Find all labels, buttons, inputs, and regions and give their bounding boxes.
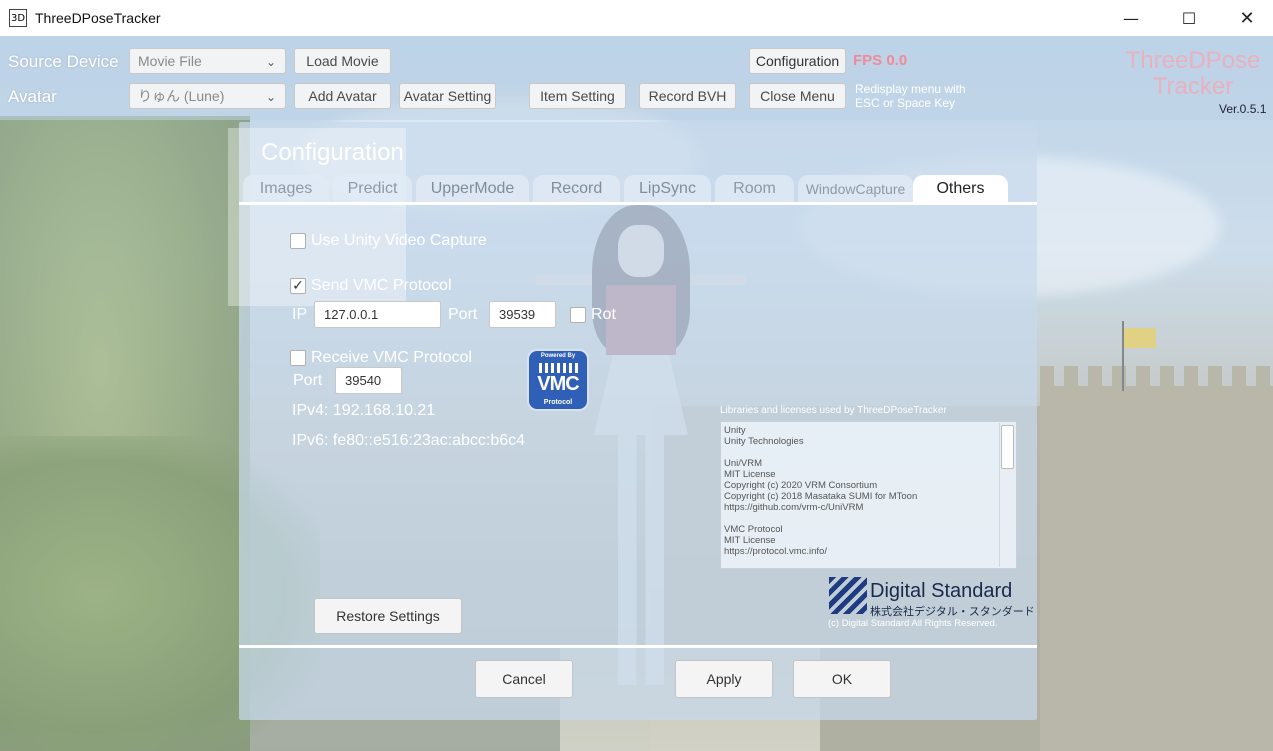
load-movie-button[interactable]: Load Movie: [294, 48, 391, 74]
title-bar: 3D ThreeDPoseTracker — ☐ ✕: [0, 0, 1273, 36]
brand-logo: ThreeDPose Tracker: [1118, 48, 1268, 100]
minimize-button[interactable]: —: [1102, 0, 1160, 36]
close-menu-button[interactable]: Close Menu: [749, 83, 846, 109]
source-device-dropdown[interactable]: Movie File ⌄: [129, 48, 286, 74]
tab-room[interactable]: Room: [715, 175, 794, 203]
ipv6-address: IPv6: fe80::e516:23ac:abcc:b6c4: [292, 432, 526, 449]
company-name-jp: 株式会社デジタル・スタンダード: [870, 606, 1035, 618]
source-device-value: Movie File: [138, 53, 202, 69]
receive-vmc-checkbox[interactable]: [290, 350, 306, 366]
version-label: Ver.0.5.1: [1219, 102, 1267, 116]
avatar-dropdown[interactable]: りゅん (Lune) ⌄: [129, 83, 286, 109]
receive-vmc-label: Receive VMC Protocol: [311, 349, 472, 366]
ip-label: IP: [292, 306, 308, 323]
company-name: Digital Standard: [870, 580, 1013, 602]
licenses-title: Libraries and licenses used by ThreeDPos…: [720, 405, 947, 416]
rot-label: Rot: [591, 306, 616, 323]
send-port-label: Port: [448, 306, 478, 323]
avatar-label: Avatar: [8, 87, 57, 106]
scrollbar-thumb[interactable]: [1001, 425, 1014, 469]
send-vmc-checkbox[interactable]: ✓: [290, 278, 306, 294]
menu-hint: Redisplay menu with ESC or Space Key: [855, 82, 966, 110]
app-icon: 3D: [9, 9, 27, 27]
hint-line-1: Redisplay menu with: [855, 82, 966, 96]
configuration-button[interactable]: Configuration: [749, 48, 846, 74]
hint-line-2: ESC or Space Key: [855, 96, 956, 110]
add-avatar-button[interactable]: Add Avatar: [294, 83, 391, 109]
tab-windowcapture[interactable]: WindowCapture: [798, 175, 913, 203]
source-device-label: Source Device: [8, 52, 119, 71]
item-setting-button[interactable]: Item Setting: [529, 83, 626, 109]
digital-standard-logo-icon: [829, 577, 867, 614]
company-copyright: (c) Digital Standard All Rights Reserved…: [828, 618, 998, 629]
use-unity-video-capture-label: Use Unity Video Capture: [311, 232, 487, 249]
brand-line-2: Tracker: [1152, 73, 1234, 100]
tab-uppermode[interactable]: UpperMode: [416, 175, 529, 203]
receive-port-field[interactable]: 39540: [335, 367, 402, 394]
licenses-scrollbar[interactable]: [999, 423, 1015, 567]
configuration-title: Configuration: [261, 139, 404, 166]
tab-lipsync[interactable]: LipSync: [624, 175, 711, 203]
fps-readout: FPS 0.0: [853, 52, 908, 69]
chevron-down-icon: ⌄: [265, 55, 276, 69]
brand-line-1: ThreeDPose: [1125, 47, 1261, 74]
send-port-field[interactable]: 39539: [489, 301, 556, 328]
window-title: ThreeDPoseTracker: [35, 10, 161, 26]
close-window-button[interactable]: ✕: [1218, 0, 1273, 36]
cancel-button[interactable]: Cancel: [475, 660, 573, 698]
licenses-text: Unity Unity Technologies Uni/VRM MIT Lic…: [724, 425, 918, 557]
send-vmc-label: Send VMC Protocol: [311, 277, 452, 294]
tab-divider: [239, 202, 1037, 205]
footer-divider: [239, 645, 1037, 648]
apply-button[interactable]: Apply: [675, 660, 773, 698]
rot-checkbox[interactable]: [570, 307, 586, 323]
vmc-logo-name: VMC: [537, 373, 579, 395]
tab-others[interactable]: Others: [913, 175, 1008, 203]
tab-images[interactable]: Images: [243, 175, 329, 203]
receive-port-label: Port: [293, 372, 323, 389]
tab-record[interactable]: Record: [533, 175, 620, 203]
chevron-down-icon: ⌄: [265, 90, 276, 104]
use-unity-video-capture-checkbox[interactable]: [290, 233, 306, 249]
vmc-protocol-logo: Powered By VMC Protocol: [527, 349, 589, 411]
restore-settings-button[interactable]: Restore Settings: [314, 598, 462, 634]
vmc-logo-powered: Powered By: [540, 353, 576, 359]
vmc-logo-protocol: Protocol: [543, 399, 573, 406]
ipv4-address: IPv4: 192.168.10.21: [292, 402, 436, 419]
ok-button[interactable]: OK: [793, 660, 891, 698]
avatar-value: りゅん (Lune): [138, 88, 225, 104]
avatar-setting-button[interactable]: Avatar Setting: [399, 83, 496, 109]
licenses-textbox[interactable]: Unity Unity Technologies Uni/VRM MIT Lic…: [720, 421, 1017, 569]
tab-predict[interactable]: Predict: [333, 175, 412, 203]
ip-field[interactable]: 127.0.0.1: [314, 301, 441, 328]
record-bvh-button[interactable]: Record BVH: [639, 83, 736, 109]
maximize-button[interactable]: ☐: [1160, 0, 1218, 36]
